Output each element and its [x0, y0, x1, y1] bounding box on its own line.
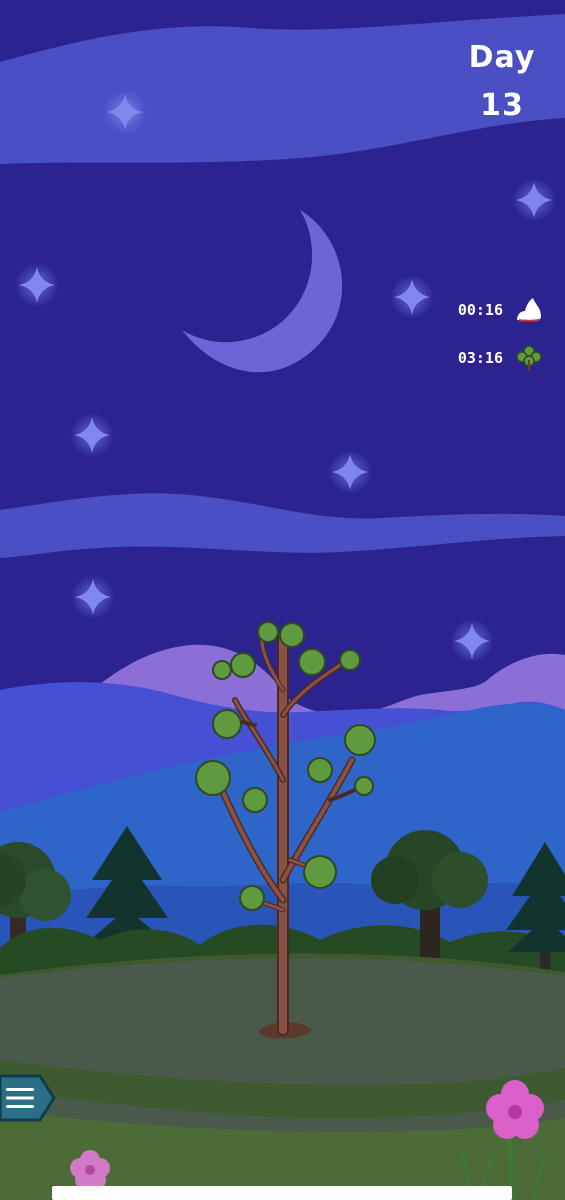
- hamburger-menu-icon: [0, 1074, 56, 1122]
- star-icon: [71, 575, 115, 619]
- timer-growth-value: 03:16: [457, 349, 503, 367]
- bottom-bar: [52, 1186, 512, 1200]
- snow-cloud-icon: [517, 298, 541, 322]
- star-icon: [450, 619, 494, 663]
- timer-weather-value: 00:16: [457, 301, 503, 319]
- star-icon: [328, 450, 372, 494]
- timer-weather: 00:16: [458, 294, 545, 326]
- star-icon: [390, 275, 434, 319]
- game-scene: [0, 0, 565, 1200]
- menu-button[interactable]: [0, 1074, 56, 1122]
- day-counter: Day 13: [457, 34, 547, 130]
- day-number: 13: [480, 88, 524, 123]
- star-icon: [103, 90, 147, 134]
- leaf-icon: [516, 345, 542, 371]
- star-icon: [512, 178, 556, 222]
- star-icon: [70, 413, 114, 457]
- day-word: Day: [468, 40, 536, 75]
- timer-growth: 03:16: [458, 342, 545, 374]
- star-icon: [15, 263, 59, 307]
